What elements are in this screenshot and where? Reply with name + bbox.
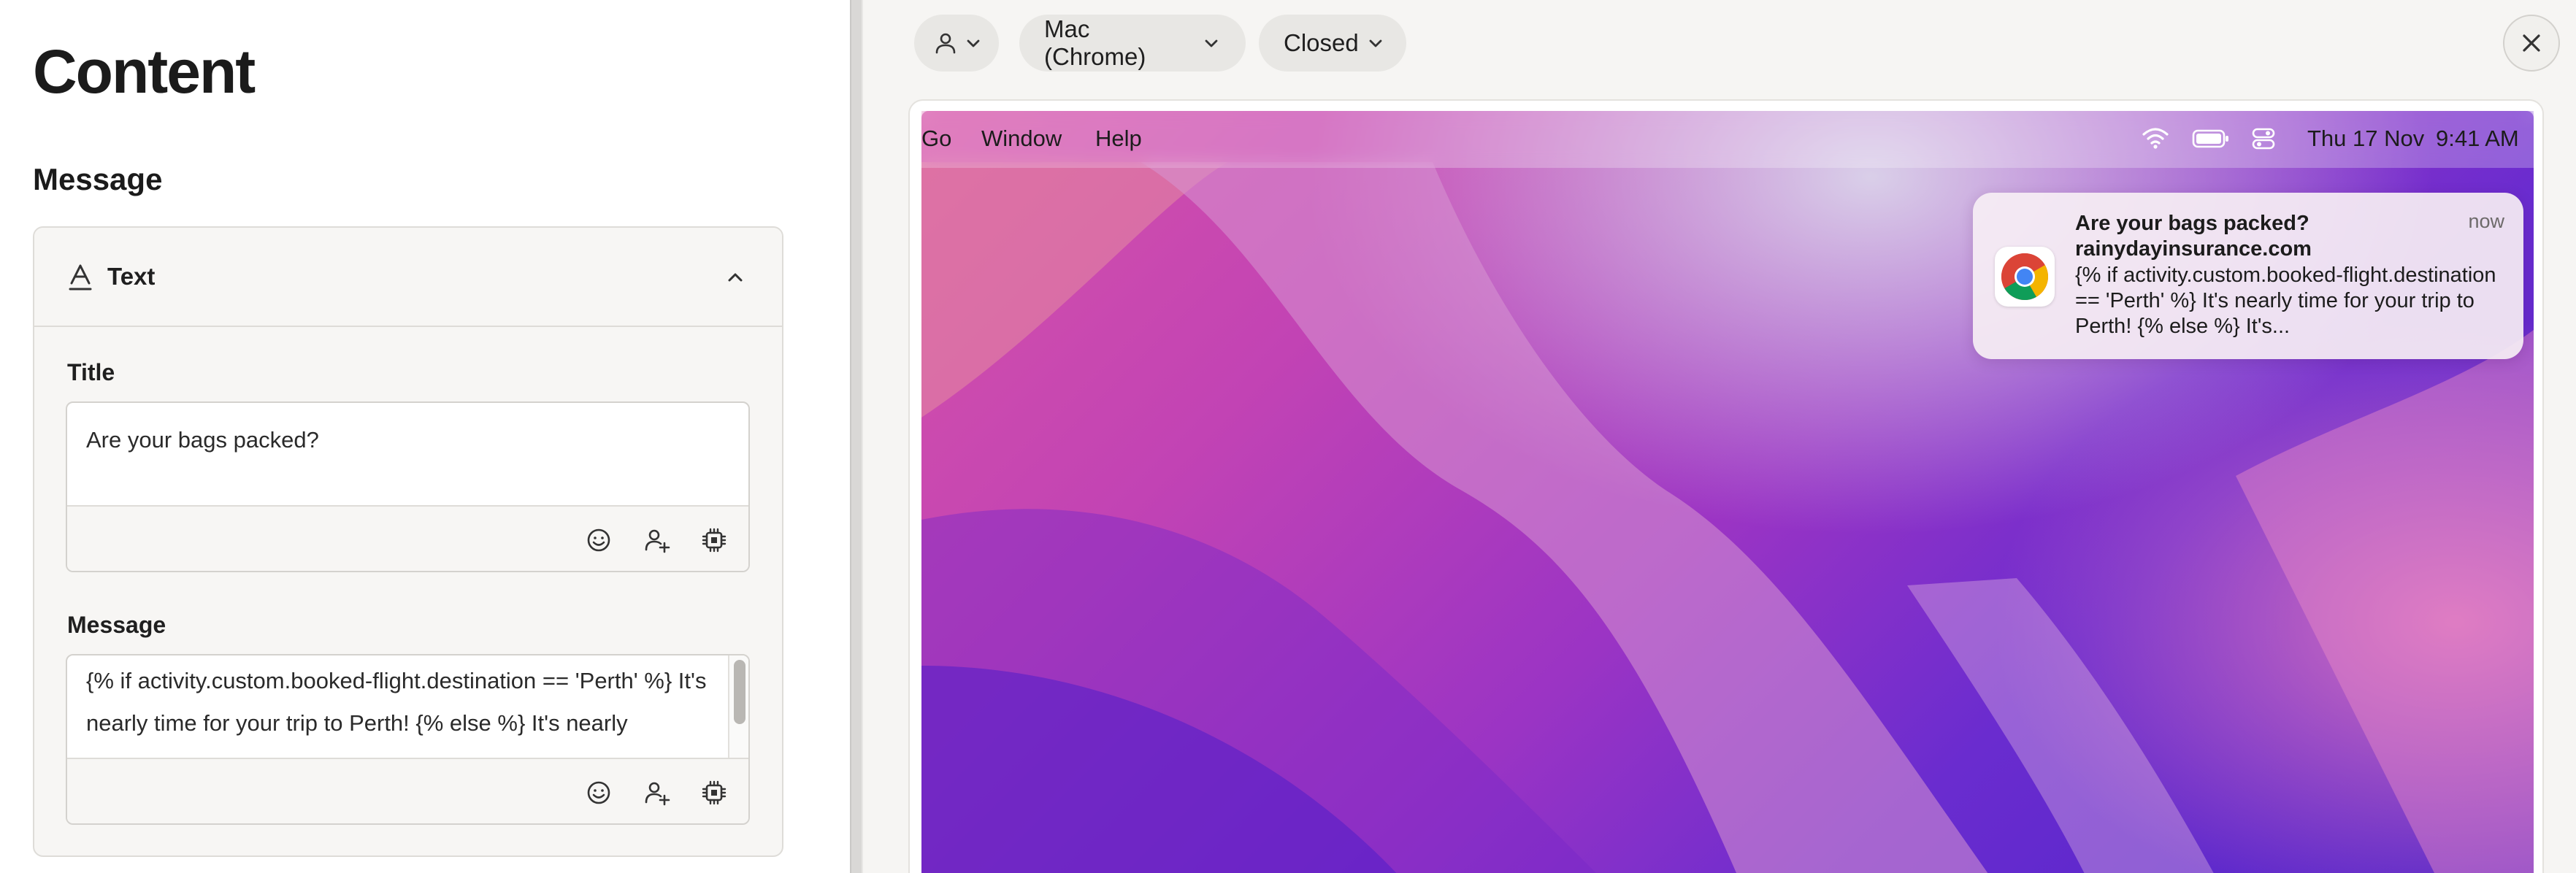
chevron-up-icon[interactable] — [722, 264, 748, 291]
notification-title: Are your bags packed? — [2075, 212, 2309, 235]
platform-select[interactable]: Mac (Chrome) — [1019, 15, 1246, 72]
chip-icon[interactable] — [699, 778, 729, 807]
person-icon — [935, 33, 956, 54]
section-title: Message — [33, 162, 163, 196]
card-header[interactable]: Text — [34, 228, 782, 327]
device-preview-frame: Go Window Help Thu 17 Nov 9:41 AM Are yo… — [908, 99, 2544, 873]
close-icon — [2523, 34, 2540, 52]
control-center-icon[interactable] — [2250, 126, 2277, 152]
emoji-icon[interactable] — [584, 526, 613, 555]
chrome-icon — [2001, 253, 2048, 300]
title-input[interactable]: Are your bags packed? — [86, 419, 719, 461]
title-field[interactable]: Are your bags packed? — [66, 401, 750, 572]
add-person-icon[interactable] — [643, 778, 672, 807]
preview-panel: Mac (Chrome) Closed Go Window Help Thu 1… — [863, 0, 2576, 873]
menu-item-go[interactable]: Go — [921, 126, 951, 152]
message-scrollbar-track[interactable] — [728, 655, 748, 758]
notification-time: now — [2468, 210, 2504, 232]
menu-item-window[interactable]: Window — [981, 126, 1062, 152]
close-button[interactable] — [2503, 15, 2560, 72]
user-select-button[interactable] — [914, 15, 999, 72]
battery-icon[interactable] — [2192, 126, 2230, 152]
card-header-label: Text — [107, 263, 156, 290]
page-title: Content — [33, 37, 256, 106]
state-select-value: Closed — [1284, 29, 1359, 56]
menubar-time: 9:41 AM — [2436, 126, 2519, 151]
title-field-toolbar — [67, 505, 748, 571]
add-person-icon[interactable] — [643, 526, 672, 555]
message-scrollbar-thumb[interactable] — [734, 660, 745, 724]
menubar-date: Thu 17 Nov — [2307, 126, 2425, 151]
text-content-card: Text Title Are your bags packed? Message… — [33, 226, 783, 857]
editor-panel: Content Message Text Title Are your bags… — [0, 0, 847, 873]
mac-menubar: Go Window Help Thu 17 Nov 9:41 AM — [921, 111, 2534, 168]
notification-site: rainydayinsurance.com — [2075, 237, 2312, 261]
mac-desktop: Go Window Help Thu 17 Nov 9:41 AM Are yo… — [921, 111, 2534, 873]
message-field-label: Message — [67, 612, 166, 638]
message-input[interactable]: {% if activity.custom.booked-flight.dest… — [86, 660, 719, 745]
wifi-icon[interactable] — [2141, 126, 2170, 152]
chip-icon[interactable] — [699, 526, 729, 555]
panel-resize-handle[interactable] — [850, 0, 863, 873]
emoji-icon[interactable] — [584, 778, 613, 807]
menu-item-help[interactable]: Help — [1095, 126, 1142, 152]
notification-body: {% if activity.custom.booked-flight.dest… — [2075, 264, 2496, 338]
chevron-down-icon — [967, 39, 980, 47]
state-select[interactable]: Closed — [1259, 15, 1406, 72]
chrome-app-icon — [1995, 247, 2055, 307]
message-field-toolbar — [67, 758, 748, 823]
title-field-label: Title — [67, 359, 115, 385]
message-field[interactable]: {% if activity.custom.booked-flight.dest… — [66, 654, 750, 825]
chevron-down-icon — [1369, 39, 1382, 47]
push-notification[interactable]: Are your bags packed? rainydayinsurance.… — [1973, 193, 2523, 359]
platform-select-value: Mac (Chrome) — [1044, 15, 1146, 70]
chevron-down-icon — [1205, 39, 1218, 47]
text-format-icon — [69, 264, 92, 291]
